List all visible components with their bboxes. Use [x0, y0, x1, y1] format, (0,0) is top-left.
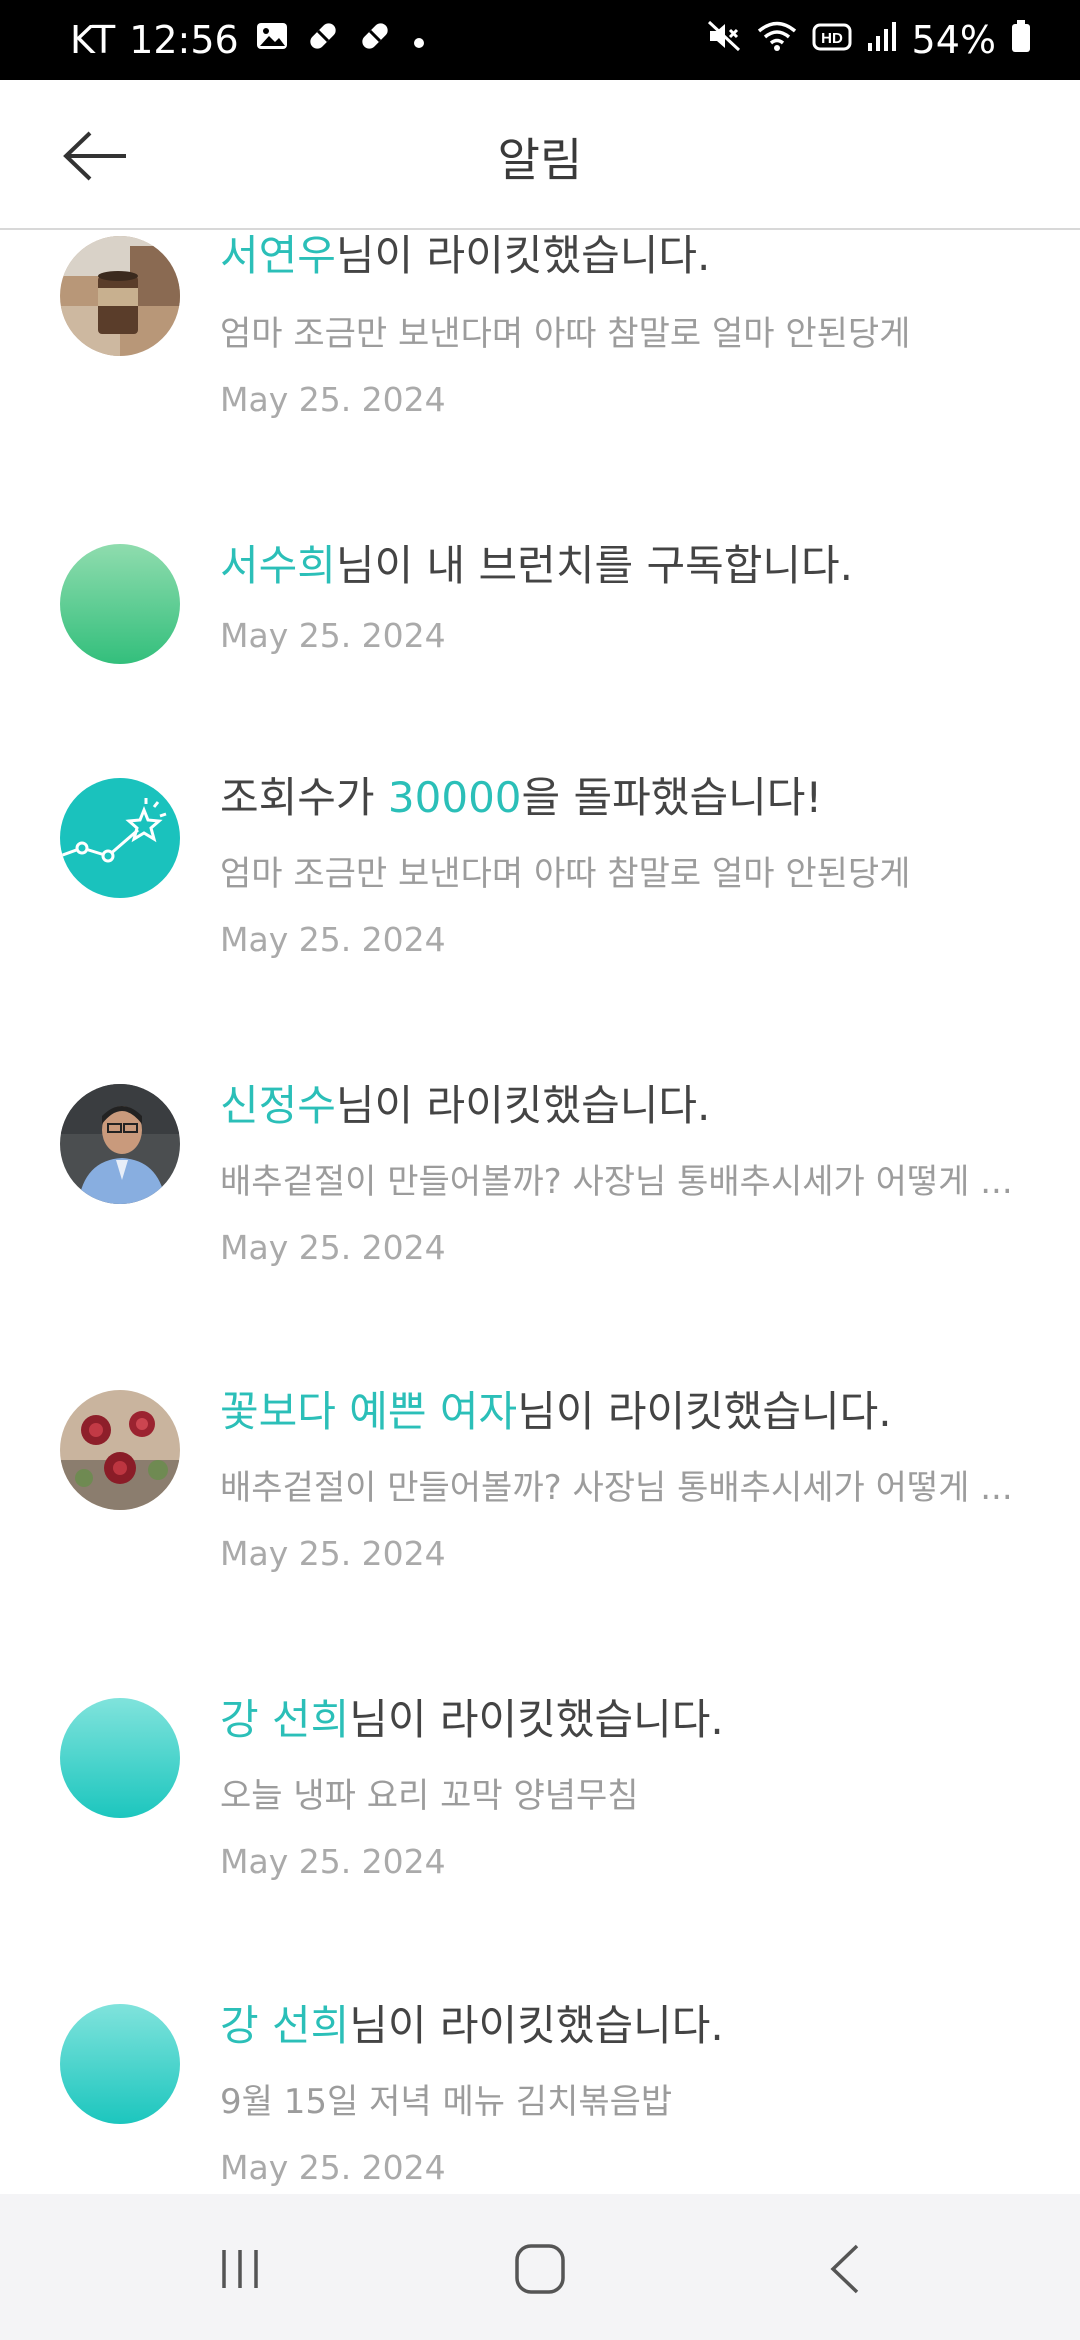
notification-title: 강 선희님이 라이킷했습니다. — [220, 1992, 724, 2053]
notification-date: May 25. 2024 — [220, 1228, 446, 1267]
notification-date: May 25. 2024 — [220, 616, 446, 655]
notification-date: May 25. 2024 — [220, 920, 446, 959]
post-title: 배추겉절이 만들어볼까? 사장님 통배추시세가 어떻게 ... — [220, 1162, 1013, 1202]
notification-text: 님이 내 브런치를 구독합니다. — [335, 541, 854, 590]
clock: 12:56 — [129, 18, 239, 62]
avatar — [60, 1698, 180, 1818]
notification-text: 을 돌파했습니다! — [521, 773, 823, 822]
battery-percent: 54% — [911, 18, 996, 62]
app-header: 알림 — [0, 80, 1080, 230]
avatar — [60, 1390, 180, 1510]
avatar — [60, 778, 180, 898]
pill-icon — [305, 18, 341, 63]
notification-title: 강 선희님이 라이킷했습니다. — [220, 1686, 724, 1747]
notification-text: 조회수가 — [220, 773, 388, 822]
battery-icon — [1010, 18, 1032, 63]
user-name[interactable]: 강 선희 — [220, 2001, 349, 2050]
signal-icon — [866, 18, 898, 62]
avatar — [60, 2004, 180, 2124]
system-nav-bar — [0, 2194, 1080, 2340]
post-title: 엄마 조금만 보낸다며 아따 참말로 얼마 안된당게 — [220, 314, 911, 354]
notification-item[interactable]: 강 선희님이 라이킷했습니다. 9월 15일 저녁 메뉴 김치볶음밥 May 2… — [0, 1992, 1080, 2192]
notification-title: 서수희님이 내 브런치를 구독합니다. — [220, 532, 853, 593]
home-icon — [515, 2244, 565, 2294]
user-name[interactable]: 신정수 — [220, 1081, 336, 1130]
page-title: 알림 — [497, 133, 583, 187]
notification-date: May 25. 2024 — [220, 2148, 446, 2187]
status-bar: KT 12:56 HD 54% — [0, 0, 1080, 80]
post-title: 오늘 냉파 요리 꼬막 양념무침 — [220, 1776, 639, 1816]
hd-icon: HD — [812, 18, 852, 62]
user-name[interactable]: 꽃보다 예쁜 여자 — [220, 1387, 517, 1436]
image-icon — [255, 18, 289, 62]
post-title: 배추겉절이 만들어볼까? 사장님 통배추시세가 어떻게 ... — [220, 1468, 1013, 1508]
carrier-label: KT — [70, 18, 116, 62]
notification-item[interactable]: 서연우님이 라이킷했습니다. 엄마 조금만 보낸다며 아따 참말로 얼마 안된당… — [0, 232, 1080, 532]
status-left: KT 12:56 — [70, 0, 429, 80]
wifi-icon — [756, 18, 798, 63]
notification-item[interactable]: 강 선희님이 라이킷했습니다. 오늘 냉파 요리 꼬막 양념무침 May 25.… — [0, 1686, 1080, 1992]
notification-date: May 25. 2024 — [220, 380, 446, 419]
notification-title: 서연우님이 라이킷했습니다. — [220, 232, 710, 283]
notification-text: 님이 라이킷했습니다. — [517, 1387, 892, 1436]
svg-text:HD: HD — [821, 30, 843, 47]
recent-apps-icon — [222, 2250, 258, 2288]
mute-icon — [706, 18, 742, 63]
status-right: HD 54% — [692, 0, 1032, 80]
post-title: 엄마 조금만 보낸다며 아따 참말로 얼마 안된당게 — [220, 854, 911, 894]
man-photo-icon — [60, 1084, 180, 1204]
notification-text: 님이 라이킷했습니다. — [335, 232, 711, 280]
user-name[interactable]: 강 선희 — [220, 1695, 349, 1744]
home-button[interactable] — [500, 2234, 580, 2304]
user-name[interactable]: 서연우 — [220, 232, 336, 280]
dot-icon — [409, 18, 429, 62]
roses-photo-icon — [60, 1390, 180, 1510]
notification-text: 님이 라이킷했습니다. — [335, 1081, 711, 1130]
avatar — [60, 236, 180, 356]
notification-item[interactable]: 조회수가 30000을 돌파했습니다! 엄마 조금만 보낸다며 아따 참말로 얼… — [0, 764, 1080, 1072]
avatar — [60, 1084, 180, 1204]
notification-date: May 25. 2024 — [220, 1842, 446, 1881]
notification-item[interactable]: 서수희님이 내 브런치를 구독합니다. May 25. 2024 — [0, 532, 1080, 764]
post-title: 9월 15일 저녁 메뉴 김치볶음밥 — [220, 2082, 673, 2122]
recent-apps-button[interactable] — [200, 2234, 280, 2304]
notification-text: 님이 라이킷했습니다. — [349, 2001, 724, 2050]
notification-title: 신정수님이 라이킷했습니다. — [220, 1072, 710, 1133]
notification-title: 꽃보다 예쁜 여자님이 라이킷했습니다. — [220, 1378, 892, 1439]
notification-item[interactable]: 꽃보다 예쁜 여자님이 라이킷했습니다. 배추겉절이 만들어볼까? 사장님 통배… — [0, 1378, 1080, 1686]
pill-icon — [357, 18, 393, 63]
user-name[interactable]: 서수희 — [220, 541, 336, 590]
nav-back-button[interactable] — [805, 2234, 885, 2304]
view-count: 30000 — [387, 773, 522, 822]
notification-title: 조회수가 30000을 돌파했습니다! — [220, 764, 822, 825]
stat-chart-icon — [60, 798, 167, 863]
avatar — [60, 544, 180, 664]
notification-list[interactable]: 서연우님이 라이킷했습니다. 엄마 조금만 보낸다며 아따 참말로 얼마 안된당… — [0, 232, 1080, 2192]
notification-item[interactable]: 신정수님이 라이킷했습니다. 배추겉절이 만들어볼까? 사장님 통배추시세가 어… — [0, 1072, 1080, 1378]
coffee-photo-icon — [60, 236, 180, 356]
back-icon — [830, 2244, 859, 2294]
notification-date: May 25. 2024 — [220, 1534, 446, 1573]
notification-text: 님이 라이킷했습니다. — [349, 1695, 724, 1744]
